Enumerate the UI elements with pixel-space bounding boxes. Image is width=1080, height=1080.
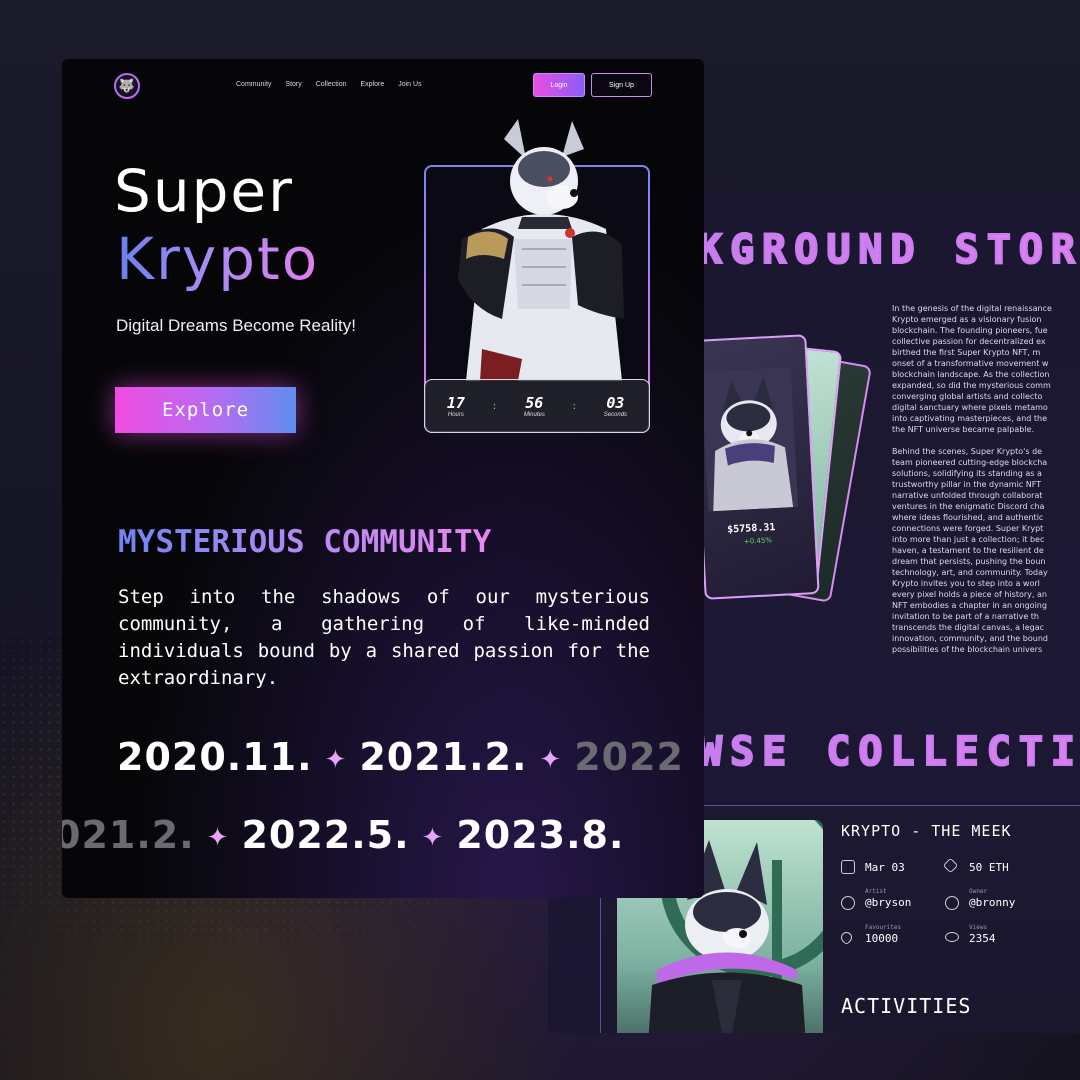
collection-price: 50 ETH xyxy=(969,861,1009,874)
activities-heading: ACTIVITIES xyxy=(841,994,972,1018)
timer-seconds-value: 03 xyxy=(606,394,625,412)
timer-minutes: 56 Minutes xyxy=(524,394,545,418)
users-icon xyxy=(841,896,855,910)
timer-seconds-label: Seconds xyxy=(603,412,628,418)
stack-card-front: $5758.31 +0.45% xyxy=(691,334,820,600)
sparkle-icon: ✦ xyxy=(421,822,445,853)
collection-date: Mar 03 xyxy=(865,861,905,874)
timer-hours-value: 17 xyxy=(446,394,465,412)
card-change: +0.45% xyxy=(743,536,773,546)
timeline-date: 2022 xyxy=(574,735,684,779)
community-title: MYSTERIOUS COMMUNITY xyxy=(118,524,492,560)
sparkle-icon: ✦ xyxy=(206,822,230,853)
hero-title-line2: Krypto xyxy=(116,225,320,293)
timer-hours-label: Hours xyxy=(447,412,464,418)
main-nav: Community Story Collection Explore Join … xyxy=(236,81,422,88)
compass-icon xyxy=(945,896,959,910)
nav-item-story[interactable]: Story xyxy=(285,81,301,88)
nft-card-stack[interactable]: $5758.31 +0.45% xyxy=(678,333,878,653)
artist-label: Artist xyxy=(865,888,887,895)
heart-icon xyxy=(838,929,855,946)
favourites-value: 10000 xyxy=(865,932,899,945)
timeline-date: 2020.11. xyxy=(117,735,313,779)
timeline-date: 2022.5. xyxy=(241,813,410,857)
eye-icon xyxy=(945,932,959,942)
owner-label: Owner xyxy=(969,888,988,895)
timer-separator: : xyxy=(572,400,576,412)
calendar-icon xyxy=(841,860,855,874)
views-field: Views 2354 xyxy=(969,924,996,945)
ethereum-icon xyxy=(942,857,959,874)
timeline-date: 2021.2. xyxy=(359,735,528,779)
timeline-row-1: 2020.11. ✦ 2021.2. ✦ 2022 xyxy=(117,735,684,779)
timeline-row-2: 021.2. ✦ 2022.5. ✦ 2023.8. xyxy=(62,813,624,857)
views-value: 2354 xyxy=(969,932,996,945)
nav-item-collection[interactable]: Collection xyxy=(316,81,347,88)
hero-tagline: Digital Dreams Become Reality! xyxy=(116,316,356,335)
timeline-date: 2023.8. xyxy=(456,813,625,857)
timeline-date: 021.2. xyxy=(62,813,195,857)
timer-minutes-value: 56 xyxy=(525,394,544,412)
timer-seconds: 03 Seconds xyxy=(604,394,627,418)
collection-item-name: KRYPTO - THE MEEK xyxy=(841,822,1012,840)
artist-field[interactable]: Artist @bryson xyxy=(865,888,911,909)
community-description: Step into the shadows of our mysterious … xyxy=(118,586,650,689)
views-label: Views xyxy=(969,924,988,931)
nav-item-join-us[interactable]: Join Us xyxy=(398,81,421,88)
card-price: $5758.31 xyxy=(726,522,776,536)
artist-value: @bryson xyxy=(865,896,912,909)
owner-value: @bronny xyxy=(969,896,1016,909)
explore-button[interactable]: Explore xyxy=(115,387,296,433)
sparkle-icon: ✦ xyxy=(539,744,563,775)
wolf-illustration-icon xyxy=(700,367,799,512)
landing-page-panel: 🐺 Community Story Collection Explore Joi… xyxy=(62,59,704,898)
hero-title-line1: Super xyxy=(114,157,294,225)
sparkle-icon: ✦ xyxy=(324,744,348,775)
wolf-logo-icon[interactable]: 🐺 xyxy=(114,73,140,99)
login-button[interactable]: Login xyxy=(533,73,585,97)
nav-item-community[interactable]: Community xyxy=(236,81,271,88)
owner-field[interactable]: Owner @bronny xyxy=(969,888,1015,909)
timer-hours: 17 Hours xyxy=(447,394,465,418)
favourites-label: Favourites xyxy=(865,924,902,931)
story-paragraph: In the genesis of the digital renaissanc… xyxy=(892,304,1052,654)
signup-button[interactable]: Sign Up xyxy=(591,73,652,97)
browse-collection-title: WSE COLLECTIO xyxy=(697,728,1080,776)
timer-minutes-label: Minutes xyxy=(523,412,545,418)
countdown-timer: 17 Hours : 56 Minutes : 03 Seconds xyxy=(424,379,650,433)
background-story-title: KGROUND STOR xyxy=(697,226,1080,274)
favourites-field: Favourites 10000 xyxy=(865,924,901,945)
timer-separator: : xyxy=(492,400,497,412)
nav-item-explore[interactable]: Explore xyxy=(361,81,385,88)
armored-wolf-icon xyxy=(458,119,624,381)
